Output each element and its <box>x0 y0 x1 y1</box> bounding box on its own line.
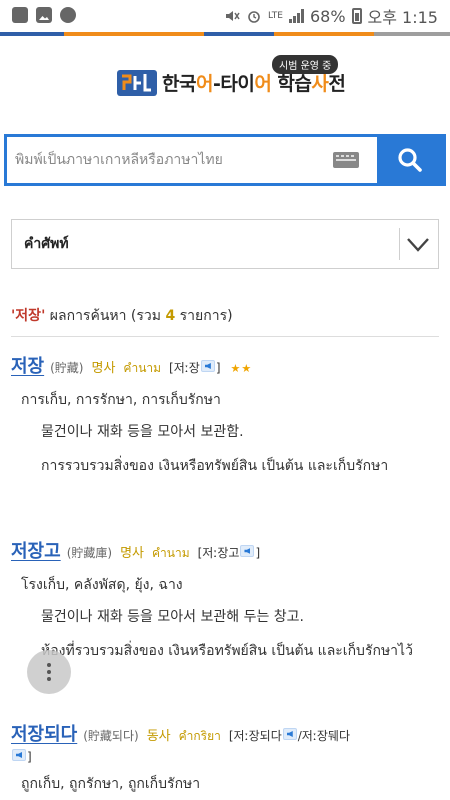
search-button[interactable] <box>377 137 443 183</box>
speaker-icon[interactable] <box>282 728 297 740</box>
hanja: (貯藏되다) <box>83 729 139 743</box>
result-entry: 저장되다 (貯藏되다) 동사 คำกริยา [저ː장되다 /저ː장뒈다 ] ถ… <box>11 720 441 795</box>
result-summary: '저장' ผลการค้นหา (รวม 4 รายการ) <box>11 305 233 327</box>
pos-korean: 동사 <box>146 729 171 744</box>
app-notification-icon <box>12 7 28 23</box>
pronunciation-alt: /저ː장뒈다 <box>297 729 351 743</box>
pos-thai: คำนาม <box>123 361 162 375</box>
speaker-icon[interactable] <box>200 360 215 372</box>
notification-icons <box>12 7 76 23</box>
category-select-value: คำศัพท์ <box>24 236 69 252</box>
battery-icon <box>351 8 362 24</box>
title-part: -타이 <box>212 73 255 95</box>
chevron-down-icon <box>407 238 429 252</box>
result-count: 4 <box>165 308 176 324</box>
dot <box>47 677 51 681</box>
translation: ถูกเก็บ, ถูกรักษา, ถูกเก็บรักษา <box>21 776 201 792</box>
alarm-icon <box>248 11 260 23</box>
status-bar: LTE 68% 오후 1:15 <box>0 0 450 32</box>
title-part: 학습 <box>271 73 312 95</box>
headword-link[interactable]: 저장고 <box>11 537 61 563</box>
entry-header: 저장되다 (貯藏되다) 동사 คำกริยา [저ː장되다 /저ː장뒈다 <box>11 720 441 746</box>
result-entry: 저장 (貯藏) 명사 คำนาม [저ː장 ] ★★ การเก็บ, การร… <box>11 352 441 477</box>
title-part: 어 <box>254 73 272 95</box>
pronunciation: [저ː장고 <box>197 546 240 560</box>
hanja: (貯藏庫) <box>66 546 113 560</box>
speaker-icon[interactable] <box>12 749 26 761</box>
network-type-label: LTE <box>268 11 283 21</box>
dictionary-logo-icon <box>117 70 157 96</box>
result-entry: 저장고 (貯藏庫) 명사 คำนาม [저ː장고 ] โรงเก็บ, คลัง… <box>11 537 441 662</box>
pronunciation-end: ] <box>27 750 32 764</box>
media-notification-icon <box>60 7 76 23</box>
title-part: 어 <box>195 73 213 95</box>
pronunciation: [저ː장 <box>169 361 200 375</box>
system-icons: LTE 68% 오후 1:15 <box>224 4 438 28</box>
summary-suffix: รายการ) <box>175 308 233 324</box>
dot <box>47 663 51 667</box>
virtual-keyboard-icon[interactable] <box>333 152 359 168</box>
pronunciation-end: ] <box>215 361 221 375</box>
definition-thai: ห้องที่รวบรวมสิ่งของ เงินหรือทรัพย์สิน เ… <box>41 643 413 659</box>
pos-thai: คำนาม <box>151 546 190 560</box>
pronunciation-end: ] <box>255 546 261 560</box>
category-select[interactable]: คำศัพท์ <box>11 219 439 269</box>
translation: โรงเก็บ, คลังพัสดุ, ยุ้ง, ฉาง <box>21 577 183 593</box>
floating-menu-button[interactable] <box>27 650 71 694</box>
search-input[interactable] <box>7 137 333 183</box>
site-title: 한국어-타이어 학습사전 <box>162 69 346 96</box>
entry-header: 저장 (貯藏) 명사 คำนาม [저ː장 ] ★★ <box>11 352 441 378</box>
entry-header: 저장고 (貯藏庫) 명사 คำนาม [저ː장고 ] <box>11 537 441 563</box>
pos-thai: คำกริยา <box>178 729 221 743</box>
definition-korean: 물건이나 재화 등을 모아서 보관해 두는 창고. <box>41 609 304 625</box>
headword-link[interactable]: 저장 <box>11 352 44 378</box>
pronunciation: [저ː장되다 <box>228 729 282 743</box>
battery-percent: 68% <box>309 6 346 26</box>
search-bar <box>4 134 446 186</box>
pos-korean: 명사 <box>120 546 144 561</box>
speaker-icon[interactable] <box>240 545 255 557</box>
dot <box>47 670 51 674</box>
clock: 오후 1:15 <box>367 8 438 27</box>
pos-korean: 명사 <box>91 361 116 376</box>
entry-header-cont: ] <box>11 749 441 764</box>
search-icon <box>398 148 422 172</box>
title-part: 한국 <box>162 73 196 95</box>
translation: การเก็บ, การรักษา, การเก็บรักษา <box>21 392 221 408</box>
search-keyword: 저장 <box>15 308 42 324</box>
definition-korean: 물건이나 재화 등을 모아서 보관함. <box>41 424 244 440</box>
signal-icon <box>288 9 304 23</box>
summary-prefix: ผลการค้นหา (รวม <box>45 308 166 324</box>
definition-thai: การรวบรวมสิ่งของ เงินหรือทรัพย์สิน เป็นต… <box>41 458 389 474</box>
gallery-notification-icon <box>36 7 52 23</box>
title-part: 사 <box>311 73 329 95</box>
mute-icon <box>226 11 240 21</box>
site-logo[interactable]: 시범 운영 중 한국어-타이어 학습사전 <box>0 55 450 105</box>
hanja: (貯藏) <box>50 361 84 375</box>
divider <box>11 336 439 337</box>
level-stars: ★★ <box>230 362 253 375</box>
select-divider <box>399 228 400 260</box>
header-color-stripe <box>0 32 450 36</box>
headword-link[interactable]: 저장되다 <box>11 720 77 746</box>
title-part: 전 <box>328 73 346 95</box>
